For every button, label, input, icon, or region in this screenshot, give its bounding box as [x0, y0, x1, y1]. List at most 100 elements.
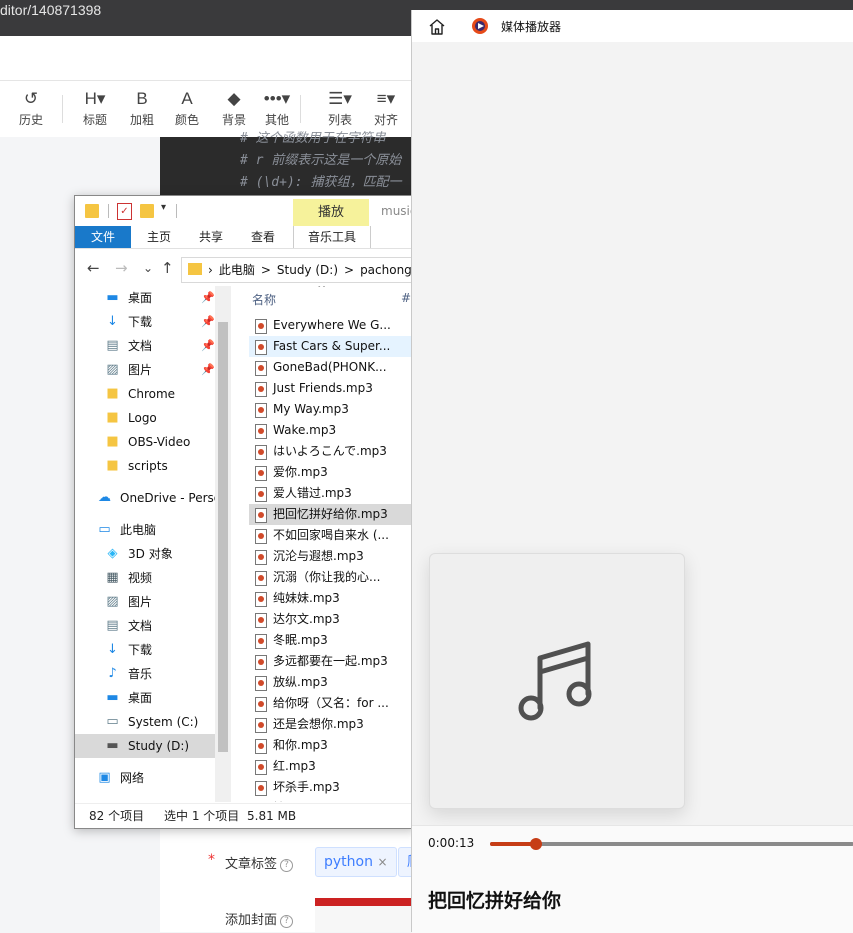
code-line: # 这个函数用于在字符串 — [240, 131, 386, 146]
up-arrow-icon[interactable]: ↑ — [161, 259, 174, 277]
file-row[interactable]: 坏杀手.mp3 — [249, 777, 415, 798]
file-row[interactable]: 冬眠.mp3 — [249, 630, 415, 651]
nav-item[interactable]: ■ Logo — [75, 406, 215, 430]
nav-item[interactable]: ▤ 文档 — [75, 614, 215, 638]
file-name: Just Friends.mp3 — [273, 381, 373, 395]
recent-dropdown-icon[interactable]: ⌄ — [143, 261, 153, 275]
breadcrumb-separator[interactable]: > — [261, 263, 271, 277]
nav-item[interactable]: ▬ 桌面 — [75, 686, 215, 710]
nav-item[interactable]: ▬ 桌面 📌 — [75, 286, 215, 310]
file-row[interactable]: 达尔文.mp3 — [249, 609, 415, 630]
chevron-down-icon[interactable]: ▾ — [161, 202, 166, 213]
toolbar-font-color-button[interactable]: A 颜色 — [165, 87, 209, 128]
file-row[interactable]: 爱人错过.mp3 — [249, 483, 415, 504]
audio-file-icon — [255, 466, 267, 481]
file-name: 达尔文.mp3 — [273, 612, 340, 626]
nav-item[interactable]: ▭ System (C:) — [75, 710, 215, 734]
file-row[interactable]: GoneBad(PHONK... — [249, 357, 415, 378]
file-row[interactable]: Wake.mp3 — [249, 420, 415, 441]
file-row[interactable]: 给你呀（又名：for ... — [249, 693, 415, 714]
onedrive-cloud-icon: ☁ — [98, 490, 111, 505]
nav-item[interactable]: ▭ 此电脑 — [75, 518, 215, 542]
file-row[interactable]: 精品.mp3 — [249, 798, 415, 802]
tag-python[interactable]: python × — [315, 847, 397, 877]
file-row[interactable]: Just Friends.mp3 — [249, 378, 415, 399]
forward-arrow-icon[interactable]: → — [115, 259, 128, 277]
cover-thumbnail[interactable] — [315, 898, 415, 932]
breadcrumb-this-pc[interactable]: 此电脑 — [219, 263, 255, 277]
file-row[interactable]: 纯妹妹.mp3 — [249, 588, 415, 609]
nav-item[interactable]: ▤ 文档 📌 — [75, 334, 215, 358]
breadcrumb-study-d[interactable]: Study (D:) — [277, 263, 338, 277]
breadcrumb-separator[interactable]: > — [344, 263, 354, 277]
folder-icon — [188, 263, 202, 275]
tab-file[interactable]: 文件 — [75, 226, 131, 248]
file-row[interactable]: 爱你.mp3 — [249, 462, 415, 483]
scrollbar-thumb[interactable] — [218, 322, 228, 752]
seek-slider[interactable] — [490, 838, 853, 850]
toolbar-align-button[interactable]: ≡▾ 对齐 — [364, 87, 408, 128]
audio-file-icon — [255, 718, 267, 733]
breadcrumb-pachong[interactable]: pachong — [360, 263, 412, 277]
seek-thumb[interactable] — [529, 838, 542, 850]
file-row[interactable]: 还是会想你.mp3 — [249, 714, 415, 735]
tab-music-tools[interactable]: 音乐工具 — [293, 226, 371, 248]
document-icon: ▤ — [106, 618, 119, 633]
nav-item[interactable]: ■ scripts — [75, 454, 215, 478]
nav-item[interactable]: ▦ 视频 — [75, 566, 215, 590]
toolbar-more-button[interactable]: •••▾ 其他 — [255, 87, 299, 128]
toolbar-heading-button[interactable]: H▾ 标题 — [73, 87, 117, 128]
nav-item[interactable]: ▬ Study (D:) — [75, 734, 215, 758]
file-row[interactable]: 和你.mp3 — [249, 735, 415, 756]
file-name: 红.mp3 — [273, 759, 316, 773]
nav-item[interactable]: ◈ 3D 对象 — [75, 542, 215, 566]
pin-icon: 📌 — [201, 291, 215, 304]
nav-item[interactable]: ↓ 下载 — [75, 638, 215, 662]
file-row[interactable]: 红.mp3 — [249, 756, 415, 777]
new-folder-icon[interactable] — [140, 204, 154, 218]
status-bar: 82 个项目 选中 1 个项目 5.81 MB — [75, 803, 415, 828]
audio-file-icon — [255, 424, 267, 439]
address-bar[interactable]: › 此电脑 > Study (D:) > pachong — [181, 257, 415, 283]
toolbar-list-button[interactable]: ☰▾ 列表 — [318, 87, 362, 128]
close-icon[interactable]: × — [377, 855, 387, 869]
file-name: 和你.mp3 — [273, 738, 328, 752]
nav-item[interactable]: ▨ 图片 — [75, 590, 215, 614]
file-row[interactable]: Everywhere We G... — [249, 315, 415, 336]
column-header-name[interactable]: 名称 — [252, 291, 276, 308]
toolbar-bold-button[interactable]: B 加粗 — [120, 87, 164, 128]
toolbar-fill-bucket-button[interactable]: ◆ 背景 — [212, 87, 256, 128]
tab-share[interactable]: 共享 — [187, 226, 235, 248]
nav-item[interactable]: ▣ 网络 — [75, 766, 215, 790]
file-row[interactable]: 沉溺（你让我的心... — [249, 567, 415, 588]
nav-item[interactable]: ☁ OneDrive - Perso — [75, 486, 215, 510]
file-row[interactable]: 把回忆拼好给你.mp3 — [249, 504, 415, 525]
nav-item[interactable]: ■ OBS-Video — [75, 430, 215, 454]
folder-icon[interactable] — [85, 204, 99, 218]
help-icon[interactable]: ? — [280, 915, 294, 928]
properties-check-icon[interactable]: ✓ — [117, 203, 132, 220]
nav-item[interactable]: ♪ 音乐 — [75, 662, 215, 686]
column-header-number[interactable]: # — [401, 291, 411, 305]
file-row[interactable]: 沉沦与遐想.mp3 — [249, 546, 415, 567]
navigation-scrollbar[interactable] — [215, 286, 231, 802]
nav-item[interactable]: ▨ 图片 📌 — [75, 358, 215, 382]
nav-item[interactable]: ↓ 下载 📌 — [75, 310, 215, 334]
file-row[interactable]: My Way.mp3 — [249, 399, 415, 420]
toolbar-label: 颜色 — [174, 113, 199, 127]
file-row[interactable]: はいよろこんで.mp3 — [249, 441, 415, 462]
home-icon[interactable] — [428, 18, 446, 36]
file-row[interactable]: 多远都要在一起.mp3 — [249, 651, 415, 672]
tab-home[interactable]: 主页 — [135, 226, 183, 248]
file-row[interactable]: 放纵.mp3 — [249, 672, 415, 693]
back-arrow-icon[interactable]: ← — [87, 259, 100, 277]
file-row[interactable]: 不如回家喝自来水 (... — [249, 525, 415, 546]
file-name: 沉沦与遐想.mp3 — [273, 549, 364, 563]
nav-item-label: 图片 — [128, 363, 153, 377]
tab-view[interactable]: 查看 — [239, 226, 287, 248]
nav-item[interactable]: ■ Chrome — [75, 382, 215, 406]
toolbar-history-button[interactable]: ↺ 历史 — [9, 87, 53, 128]
url-text[interactable]: ditor/140871398 — [0, 2, 101, 18]
help-icon[interactable]: ? — [280, 859, 294, 872]
file-row[interactable]: Fast Cars & Super... — [249, 336, 415, 357]
